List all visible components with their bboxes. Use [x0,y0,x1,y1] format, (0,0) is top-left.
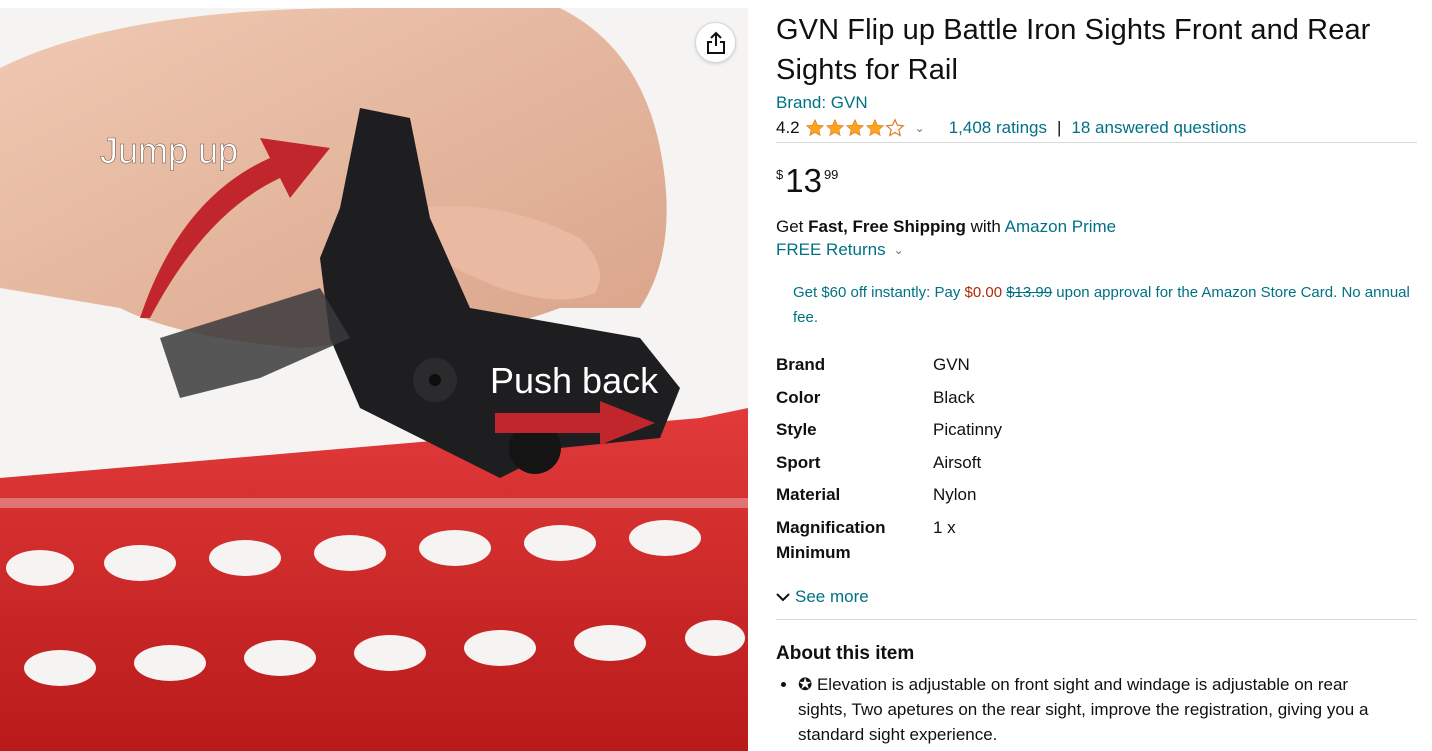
chevron-down-icon [776,593,790,602]
spec-key: Style [776,420,817,439]
spec-value: Nylon [933,485,977,504]
price: $ 13 99 [776,163,1418,203]
product-title: GVN Flip up Battle Iron Sights Front and… [776,14,1371,86]
about-title: About this item [776,643,915,664]
see-more-label: See more [795,587,869,606]
shipping-middle: with [970,217,1001,236]
spec-row-brand: Brand GVN [776,352,1418,377]
spec-row-style: Style Picatinny [776,417,1418,442]
spec-value: Airsoft [933,452,982,472]
chevron-down-icon[interactable]: ⌄ [894,239,904,261]
share-button[interactable] [695,22,736,63]
share-icon [706,31,725,54]
spec-value: GVN [933,355,970,374]
star-full-icon [805,118,824,137]
promo-new-price: $0.00 [964,284,1003,301]
store-card-promo[interactable]: Get $60 off instantly: Pay $0.00 $13.99 … [793,280,1413,330]
promo-text-1: Get $60 off instantly: Pay [793,284,961,301]
prime-link[interactable]: Amazon Prime [1005,217,1116,236]
shipping-bold: Fast, Free Shipping [808,217,966,236]
brand-link[interactable]: Brand: GVN [776,92,1418,114]
spec-key: Brand [776,355,826,374]
spec-row-material: Material Nylon [776,482,1418,507]
product-details: GVN Flip up Battle Iron Sights Front and… [776,0,1418,747]
spec-row-sport: Sport Airsoft [776,450,1418,475]
shipping-prefix: Get [776,217,804,236]
jump-label: Jump up [100,130,238,171]
about-bullets: ✪ Elevation is adjustable on front sight… [776,672,1401,747]
product-photo: Jump up Push back [0,8,748,751]
spec-table: Brand GVN Color Black Style Picatinny Sp… [776,352,1418,586]
spec-fade [776,570,1418,586]
questions-link[interactable]: 18 answered questions [1071,116,1246,140]
promo-old-price: $13.99 [1006,284,1053,301]
spec-key: Sport [776,452,821,472]
product-image[interactable]: Jump up Push back [0,8,748,751]
star-empty-icon [884,118,905,137]
spec-value: Black [933,387,975,407]
spec-row-color: Color Black [776,385,1418,410]
chevron-down-icon[interactable]: ⌄ [915,116,925,140]
see-more-button[interactable]: See more [776,586,1417,620]
spec-value: 1 x [933,517,956,537]
list-item: ✪ Elevation is adjustable on front sight… [798,672,1401,747]
star-full-icon [825,118,844,137]
spec-value: Picatinny [933,420,1002,439]
price-fraction: 99 [823,167,839,182]
spec-row-magnification: Magnification Minimum 1 x [776,515,1418,565]
rating-row: 4.2 ⌄ 1,408 ratings | 18 answered questi… [776,116,1417,143]
star-rating[interactable] [805,118,905,138]
star-full-icon [865,118,884,137]
free-returns-link[interactable]: FREE Returns [776,239,886,261]
price-symbol: $ [776,167,784,182]
shipping-info: Get Fast, Free Shipping with Amazon Prim… [776,215,1418,239]
spec-key: Magnification Minimum [776,517,886,562]
push-label: Push back [490,360,659,401]
star-full-icon [845,118,864,137]
push-arrow-bar [495,413,605,433]
price-whole: 13 [785,162,822,199]
ratings-link[interactable]: 1,408 ratings [949,116,1047,140]
rating-separator: | [1057,118,1062,137]
rating-value: 4.2 [776,118,800,137]
spec-key: Material [776,485,841,504]
spec-key: Color [776,387,821,407]
returns-row[interactable]: FREE Returns ⌄ [776,239,1418,261]
